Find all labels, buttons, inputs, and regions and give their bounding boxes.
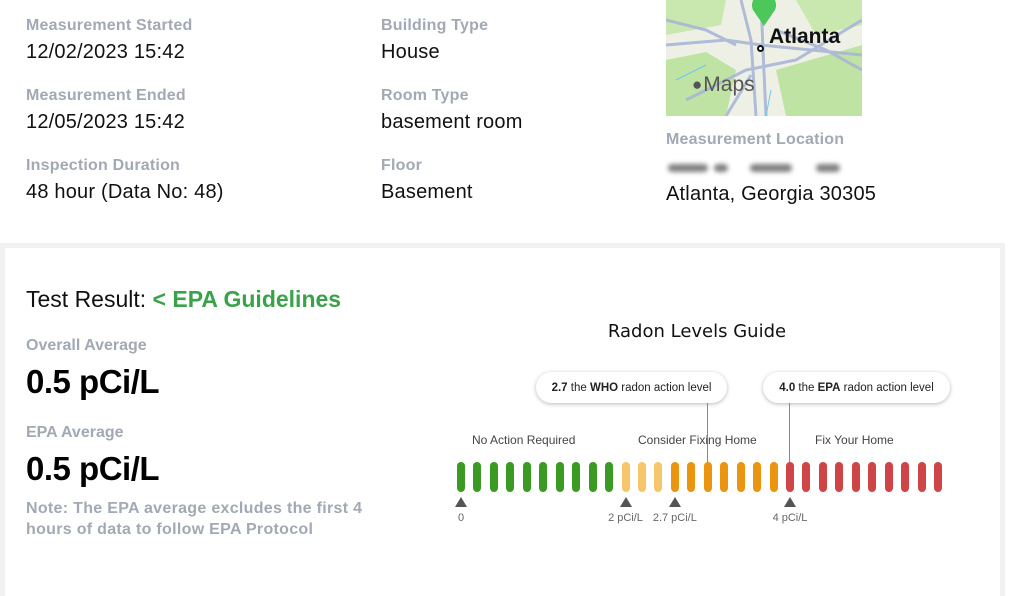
inspection-duration-label: Inspection Duration	[26, 157, 181, 174]
marker-triangle-icon	[619, 497, 632, 507]
building-type: Building Type House	[381, 17, 488, 64]
scale-bar	[473, 462, 482, 492]
scale-bar	[605, 462, 614, 492]
marker-label: 2 pCi/L	[608, 512, 643, 524]
scale-bar	[901, 462, 910, 492]
scale-bar	[555, 462, 564, 492]
overall-average-value: 0.5 pCi/L	[26, 363, 160, 400]
room-type: Room Type basement room	[381, 87, 523, 134]
scale-bar	[818, 462, 827, 492]
scale-bar	[753, 462, 762, 492]
measurement-ended-value: 12/05/2023 15:42	[26, 111, 185, 133]
scale-bar	[506, 462, 515, 492]
marker-triangle-icon	[455, 497, 467, 507]
scale-bar	[539, 462, 548, 492]
who-callout-text-2: radon action level	[618, 381, 712, 394]
apple-logo-icon: ●	[692, 75, 703, 94]
scale-bar	[489, 462, 498, 492]
floor: Floor Basement	[381, 157, 473, 204]
epa-average-value: 0.5 pCi/L	[26, 450, 160, 487]
zone-label-consider-fixing: Consider Fixing Home	[638, 433, 757, 447]
scale-bar	[851, 462, 860, 492]
zone-label-fix-home: Fix Your Home	[815, 433, 894, 447]
test-result-status: < EPA Guidelines	[152, 286, 342, 312]
marker-label: 2.7 pCi/L	[652, 512, 697, 524]
scale-bar	[588, 462, 597, 492]
scale-bar	[720, 462, 729, 492]
scale-bar	[703, 462, 712, 492]
measurement-ended-label: Measurement Ended	[26, 87, 186, 104]
floor-value: Basement	[381, 181, 473, 203]
scale-bar	[835, 462, 844, 492]
maps-brand: ● Maps	[692, 73, 755, 97]
scale-bar	[621, 462, 630, 492]
scale-bar	[884, 462, 893, 492]
epa-action-level-callout: 4.0 the EPA radon action level	[763, 372, 950, 403]
room-type-label: Room Type	[381, 87, 469, 104]
scale-bar	[572, 462, 581, 492]
measurement-started-value: 12/02/2023 15:42	[26, 41, 185, 63]
who-callout-text: the	[567, 381, 590, 394]
location-city-state-zip: Atlanta, Georgia 30305	[666, 183, 877, 205]
overall-average-label: Overall Average	[26, 337, 147, 354]
inspection-duration: Inspection Duration 48 hour (Data No: 48…	[26, 157, 224, 204]
epa-callout-org: EPA	[817, 381, 841, 394]
map-city-label: Atlanta	[769, 25, 841, 48]
epa-callout-text-2: radon action level	[840, 381, 934, 394]
city-dot-icon	[757, 45, 764, 52]
scale-bar	[736, 462, 745, 492]
test-result-prefix: Test Result:	[26, 286, 153, 312]
marker-triangle-icon	[668, 497, 681, 507]
measurement-started-label: Measurement Started	[26, 17, 193, 34]
maps-brand-label: Maps	[703, 73, 755, 96]
scale-bar	[457, 462, 465, 492]
scale-bar	[868, 462, 877, 492]
measurement-ended: Measurement Ended 12/05/2023 15:42	[26, 87, 186, 134]
test-result-heading: Test Result: < EPA Guidelines	[26, 286, 341, 313]
scale-bar	[934, 462, 943, 492]
room-type-value: basement room	[381, 111, 523, 133]
scale-bar	[637, 462, 646, 492]
scale-bar	[654, 462, 663, 492]
zone-label-no-action: No Action Required	[472, 433, 576, 447]
scale-bar	[687, 462, 696, 492]
redacted-street-address	[666, 162, 842, 176]
map-pin-icon	[752, 0, 776, 26]
epa-average-label: EPA Average	[26, 424, 124, 441]
measurement-location-label: Measurement Location	[666, 131, 845, 148]
building-type-label: Building Type	[381, 17, 489, 34]
floor-label: Floor	[381, 157, 422, 174]
radon-guide-title: Radon Levels Guide	[607, 321, 787, 342]
epa-callout-value: 4.0	[779, 381, 796, 394]
marker-triangle-icon	[784, 497, 796, 507]
building-type-value: House	[381, 41, 440, 63]
epa-callout-text: the	[795, 381, 818, 394]
scale-bar	[670, 462, 679, 492]
location-map[interactable]: Atlanta ● Maps	[666, 0, 862, 116]
marker-label: 0	[458, 512, 465, 524]
scale-bar	[522, 462, 531, 492]
scale-bar	[802, 462, 811, 492]
epa-average-note: Note: The EPA average excludes the first…	[26, 500, 363, 538]
scale-bar	[769, 462, 778, 492]
who-callout-org: WHO	[589, 381, 619, 394]
scale-bar	[917, 462, 926, 492]
scale-bar	[786, 462, 794, 492]
marker-label: 4 pCi/L	[772, 512, 808, 524]
epa-callout-connector	[789, 403, 790, 463]
measurement-started: Measurement Started 12/02/2023 15:42	[26, 17, 193, 64]
who-action-level-callout: 2.7 the WHO radon action level	[536, 372, 727, 403]
inspection-duration-value: 48 hour (Data No: 48)	[26, 181, 224, 203]
who-callout-value: 2.7	[551, 381, 568, 394]
